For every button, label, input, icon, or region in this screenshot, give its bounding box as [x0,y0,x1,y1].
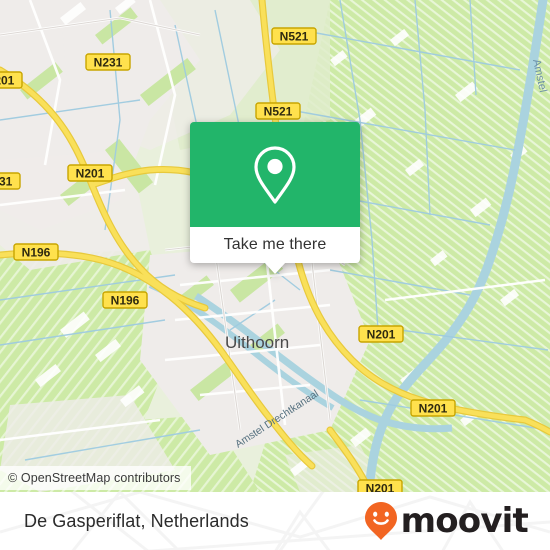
destination-callout[interactable]: Take me there [190,122,360,274]
road-shield-n196-mid: N196 [102,291,148,309]
callout-action-area[interactable]: Take me there [190,227,360,274]
map-attribution: © OpenStreetMap contributors [0,466,191,490]
svg-text:N196: N196 [111,294,140,308]
road-shield-n231-top: N231 [85,53,131,71]
svg-text:N201: N201 [366,482,395,493]
road-shield-n231-left: N231 [0,172,21,190]
svg-text:N196: N196 [22,246,51,260]
svg-text:N231: N231 [94,56,123,70]
road-shield-n196-left: N196 [13,243,59,261]
map-pin-icon [254,145,296,204]
take-me-there-label: Take me there [223,236,327,253]
road-shield-n201-topleft: N201 [0,71,23,89]
place-name-label: De Gasperiflat, Netherlands [24,511,249,531]
svg-text:N201: N201 [367,328,396,342]
road-shield-n201-bottom: N201 [357,479,403,493]
road-shield-n201-farright: N201 [410,399,456,417]
moovit-map-share-card: Uithoorn Amstel Amstel Drechtkanaal N521… [0,0,550,550]
svg-text:N201: N201 [419,402,448,416]
road-shield-n201-left: N201 [67,164,113,182]
road-shield-n201-right: N201 [358,325,404,343]
moovit-smiley-pin-icon [364,502,397,540]
map-city-label: Uithoorn [225,333,289,352]
map-canvas[interactable]: Uithoorn Amstel Amstel Drechtkanaal N521… [0,0,550,492]
svg-text:N201: N201 [76,167,105,181]
road-shield-n521-top: N521 [271,27,317,45]
svg-text:N201: N201 [0,74,15,88]
callout-icon-area [190,122,360,227]
svg-text:N521: N521 [280,30,309,44]
svg-text:N231: N231 [0,175,13,189]
moovit-logo[interactable]: moovit [364,492,529,550]
svg-text:N521: N521 [264,105,293,119]
footer-bar: De Gasperiflat, Netherlands moovit [0,492,550,550]
moovit-wordmark: moovit [400,501,529,541]
callout-tail [264,262,286,274]
road-shield-n521-mid: N521 [255,102,301,120]
